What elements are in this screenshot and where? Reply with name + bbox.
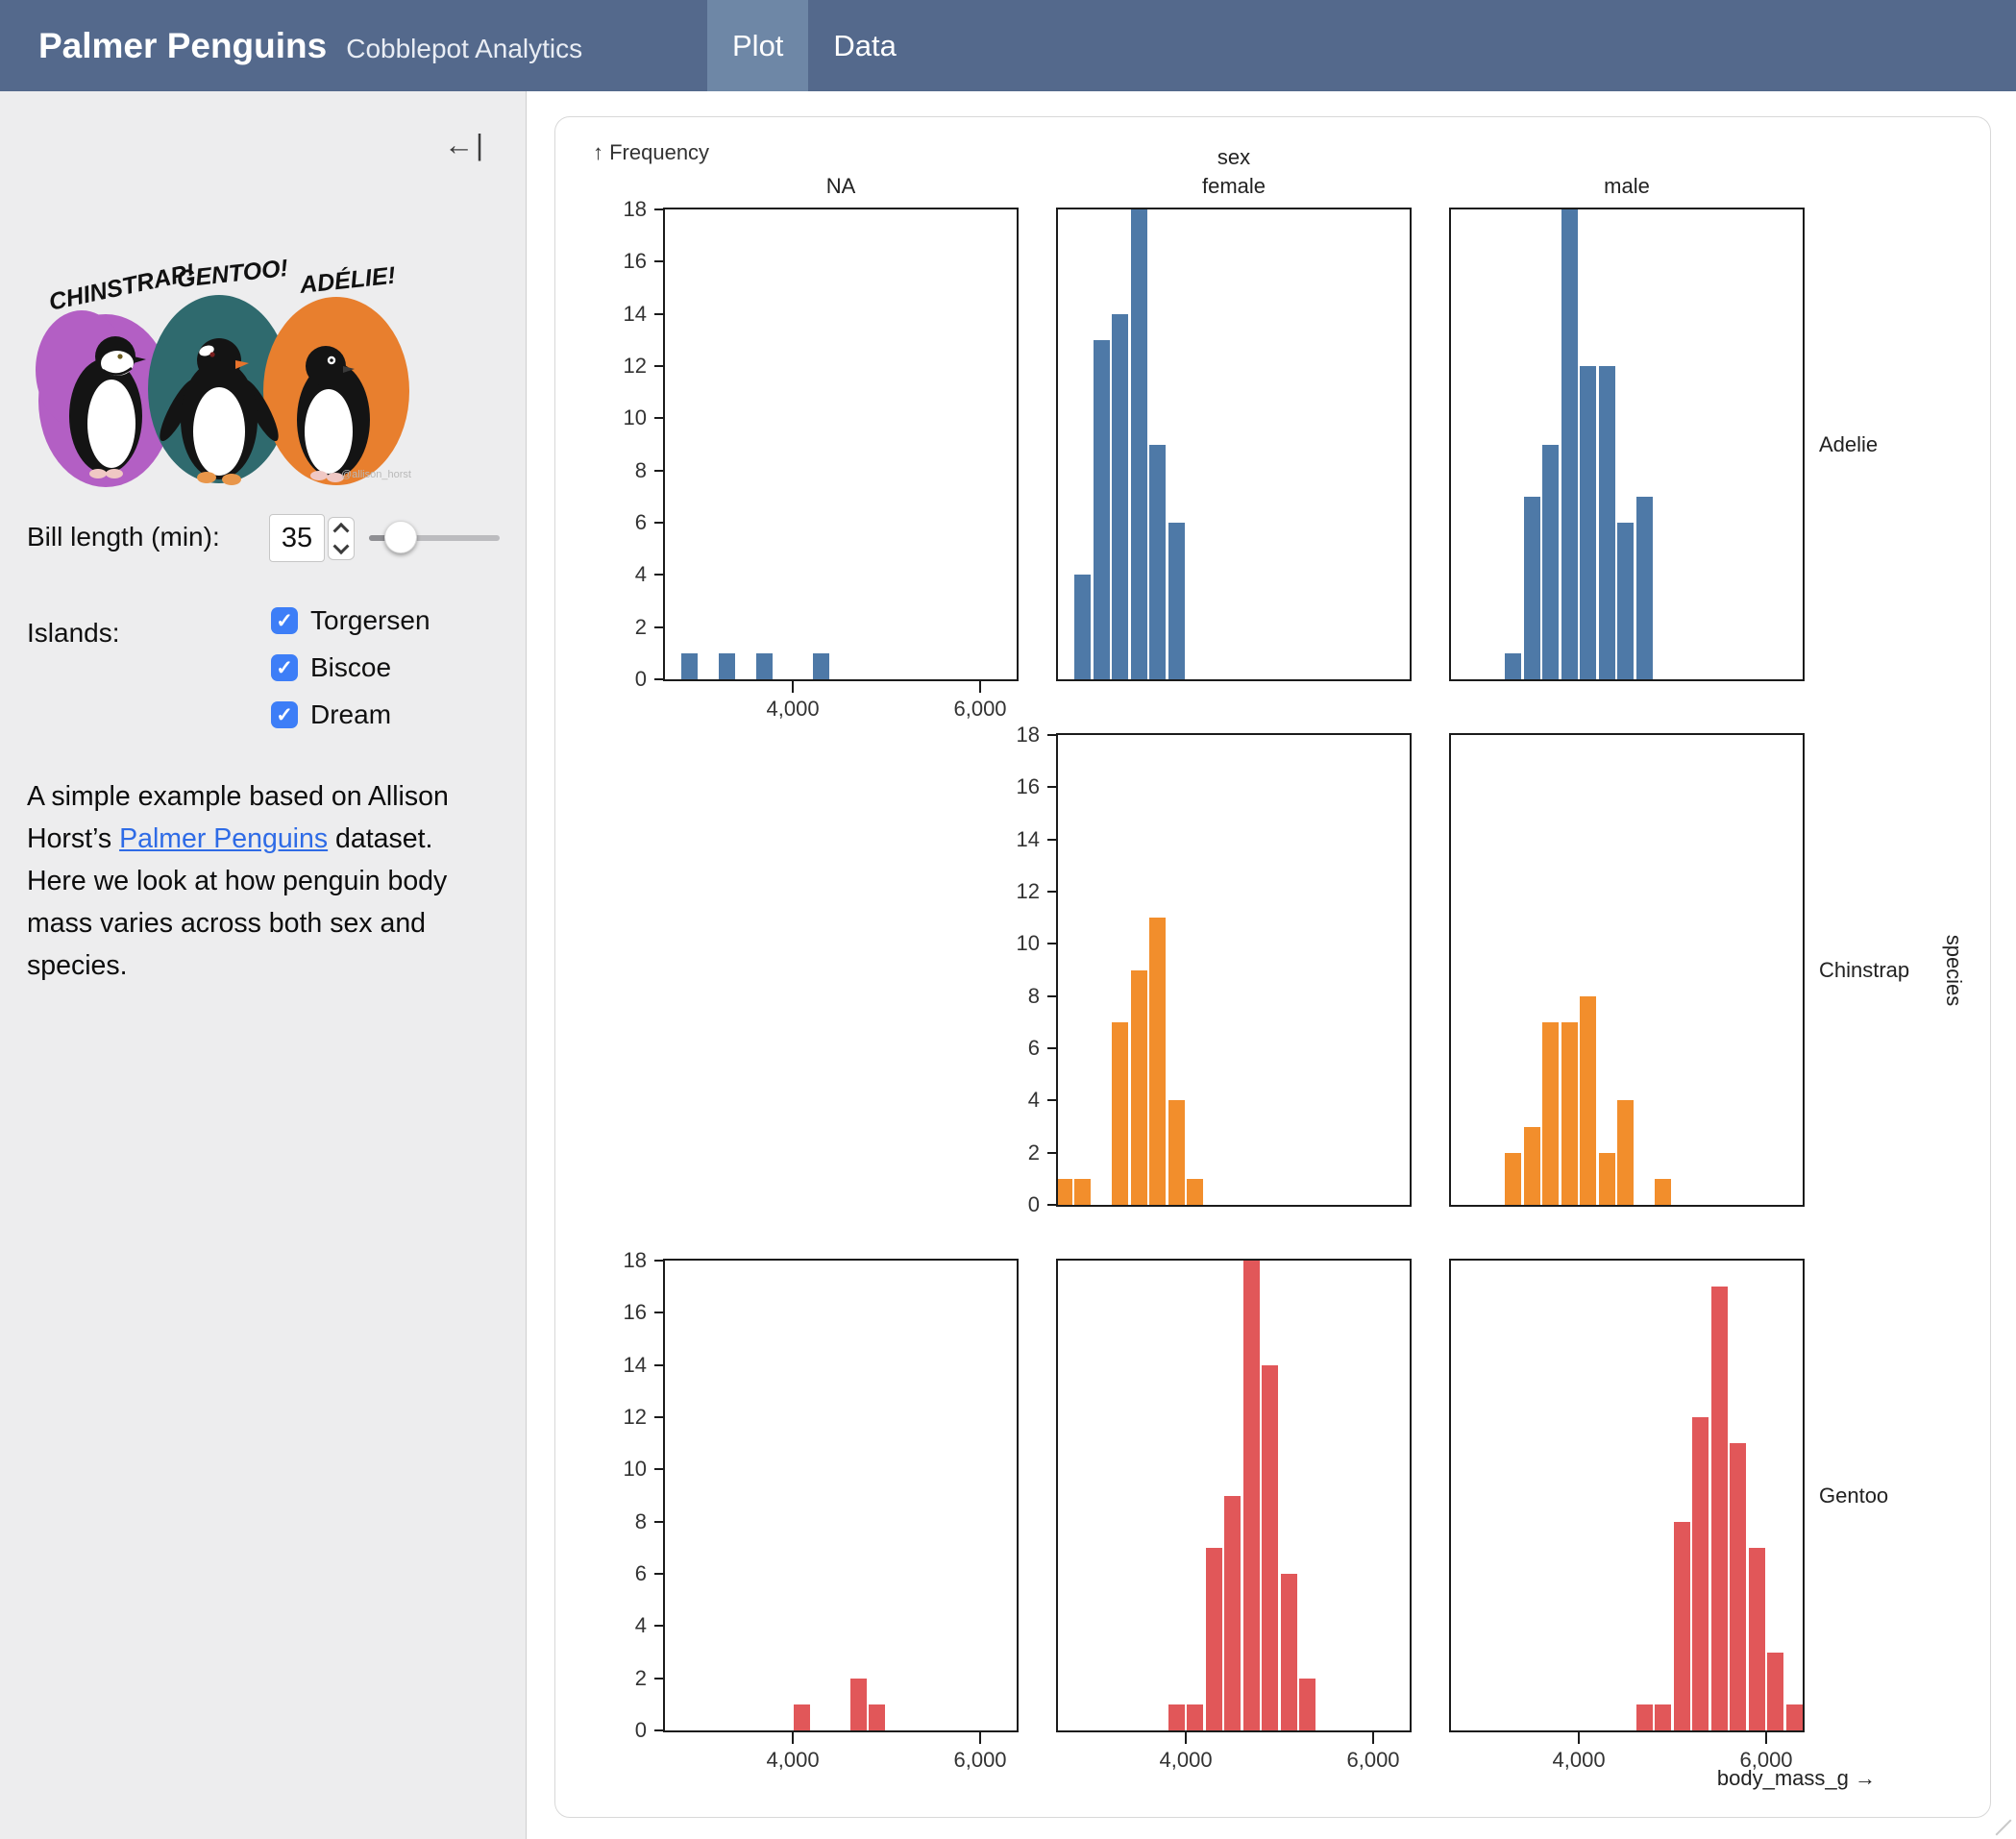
nav-tabs: PlotData: [707, 0, 922, 91]
bill-length-input[interactable]: 35: [269, 514, 325, 562]
checkbox-label: Torgersen: [310, 605, 430, 636]
tab-data[interactable]: Data: [808, 0, 921, 91]
checkbox-icon[interactable]: ✓: [271, 607, 298, 634]
illustration-label-adelie: ADÉLIE!: [298, 261, 397, 299]
plot-card: [554, 116, 1991, 1818]
stepper-down-icon[interactable]: [333, 538, 350, 554]
palmer-penguins-link[interactable]: Palmer Penguins: [119, 823, 328, 854]
bill-length-label: Bill length (min):: [27, 522, 220, 552]
illustration-credit: @allison_horst: [341, 469, 411, 480]
checkbox-label: Dream: [310, 699, 391, 730]
slider-thumb[interactable]: [384, 521, 417, 553]
islands-checkbox-group: ✓ Torgersen ✓ Biscoe ✓ Dream: [271, 605, 430, 730]
penguins-illustration: CHINSTRAP! GENTOO! ADÉLIE! @allison_hors…: [24, 255, 437, 497]
illustration-label-chinstrap: CHINSTRAP!: [46, 258, 197, 315]
illustration-label-gentoo: GENTOO!: [176, 255, 290, 293]
app-subtitle: Cobblepot Analytics: [346, 34, 582, 64]
bill-length-stepper[interactable]: [328, 517, 355, 560]
header-bar: Palmer Penguins Cobblepot Analytics Plot…: [0, 0, 2016, 91]
islands-label: Islands:: [27, 618, 120, 649]
app-window: Palmer Penguins Cobblepot Analytics Plot…: [0, 0, 2016, 1839]
sidebar-description: A simple example based on Allison Horst’…: [27, 775, 490, 987]
tab-plot[interactable]: Plot: [707, 0, 808, 91]
sidebar-collapse-icon[interactable]: ←|: [444, 128, 485, 162]
brand: Palmer Penguins Cobblepot Analytics: [38, 0, 582, 91]
stepper-up-icon[interactable]: [333, 523, 350, 539]
checkbox-icon[interactable]: ✓: [271, 654, 298, 681]
island-checkbox-torgersen[interactable]: ✓ Torgersen: [271, 605, 430, 636]
island-checkbox-biscoe[interactable]: ✓ Biscoe: [271, 652, 430, 683]
window-resize-grip[interactable]: [1996, 1820, 2012, 1836]
checkbox-icon[interactable]: ✓: [271, 701, 298, 728]
app-title: Palmer Penguins: [38, 0, 327, 91]
sidebar: ←|: [0, 91, 527, 1839]
island-checkbox-dream[interactable]: ✓ Dream: [271, 699, 430, 730]
bill-length-slider[interactable]: [369, 535, 500, 541]
checkbox-label: Biscoe: [310, 652, 391, 683]
